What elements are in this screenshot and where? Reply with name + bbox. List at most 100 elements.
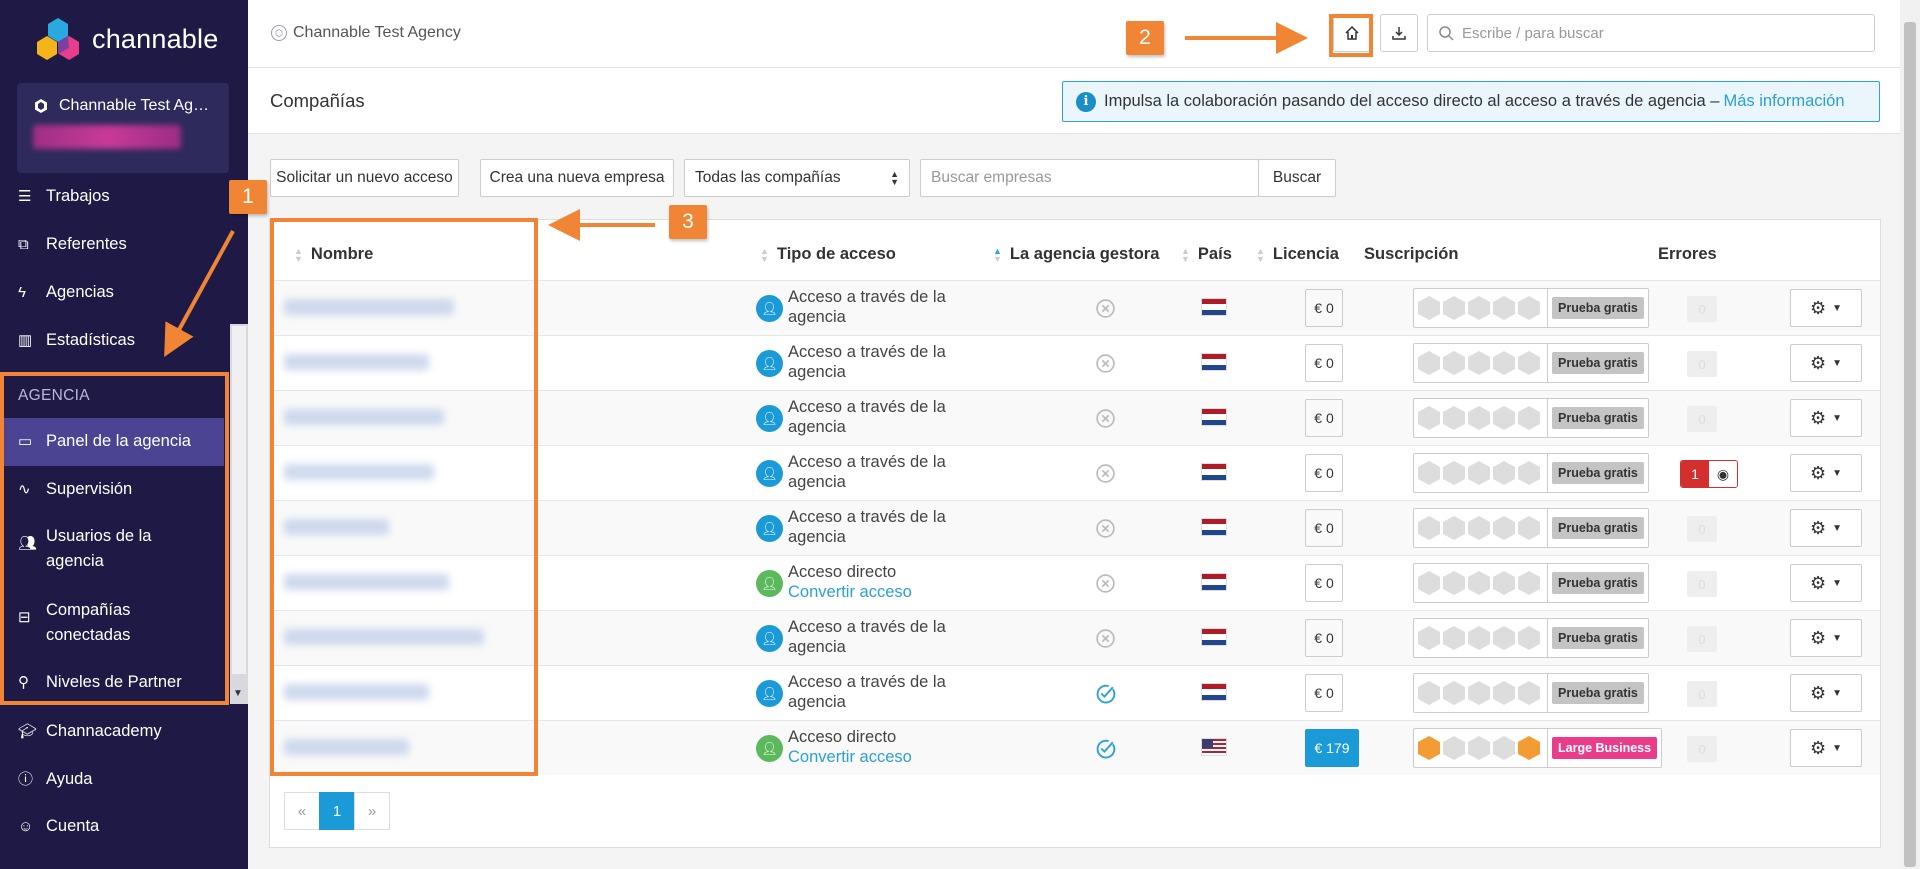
- sidebar-item-ayuda[interactable]: ⓘ Ayuda: [0, 767, 228, 792]
- breadcrumb[interactable]: ⬡ Channable Test Agency: [271, 24, 461, 42]
- feature-hex-icon: [1468, 351, 1490, 375]
- sidebar-item-label: Compañías conectadas: [46, 601, 131, 644]
- sidebar-item-companias[interactable]: ⊟ Compañías conectadas: [0, 598, 200, 648]
- feature-hex-icon: [1518, 406, 1540, 430]
- more-info-link[interactable]: Más información: [1723, 92, 1844, 111]
- sidebar-item-label: Agencias: [46, 283, 114, 301]
- channable-logo[interactable]: channable: [34, 16, 218, 62]
- table-row[interactable]: 👤︎ Acceso a través de la agencia € 0 Pru…: [270, 665, 1880, 720]
- feature-hex-icon: [1443, 736, 1465, 760]
- subscription-widget[interactable]: Prueba gratis: [1413, 343, 1649, 383]
- sidebar-item-niveles[interactable]: ⚲ Niveles de Partner: [0, 670, 228, 695]
- subscription-widget[interactable]: Prueba gratis: [1413, 563, 1649, 603]
- sidebar-item-label: Niveles de Partner: [46, 673, 182, 691]
- subscription-widget[interactable]: Large Business: [1413, 728, 1663, 768]
- next-page-button[interactable]: »: [354, 792, 390, 830]
- row-settings-button[interactable]: ⚙ ▼: [1790, 619, 1862, 657]
- sidebar-item-channacademy[interactable]: 🎓︎ Channacademy: [0, 719, 228, 744]
- access-type-label: Acceso a través de la: [788, 343, 946, 361]
- table-row[interactable]: 👤︎ Acceso directo Convertir acceso € 179…: [270, 720, 1880, 775]
- sidebar-item-estadisticas[interactable]: ▥ Estadísticas: [0, 328, 228, 353]
- request-access-button[interactable]: Solicitar un nuevo acceso: [270, 159, 459, 197]
- access-type-label: Acceso a través de la: [788, 288, 946, 306]
- redacted-company-name[interactable]: [284, 409, 444, 425]
- breadcrumb-label: Channable Test Agency: [293, 24, 461, 41]
- flag-nl-icon: [1201, 573, 1227, 591]
- sidebar-item-supervision[interactable]: ∿ Supervisión: [0, 477, 228, 502]
- column-header-name[interactable]: ▲ ▼ Nombre: [294, 245, 373, 264]
- scroll-down-arrow-icon[interactable]: ▼: [233, 688, 243, 699]
- help-circle-icon: ⓘ: [18, 771, 34, 788]
- award-icon: ⚲: [18, 674, 29, 691]
- redacted-company-name[interactable]: [284, 354, 429, 370]
- sidebar-item-usuarios[interactable]: 👥︎ Usuarios de la agencia: [0, 524, 200, 574]
- sidebar-scrollbar-thumb[interactable]: [232, 326, 246, 674]
- column-header-access[interactable]: ▲ ▼ Tipo de acceso: [760, 245, 896, 264]
- subscription-widget[interactable]: Prueba gratis: [1413, 673, 1649, 713]
- feature-hex-icon: [1493, 571, 1515, 595]
- company-search-input[interactable]: Buscar empresas: [920, 159, 1259, 197]
- sidebar-item-panel-agencia[interactable]: ▭ Panel de la agencia: [4, 418, 224, 466]
- table-row[interactable]: 👤︎ Acceso a través de la agencia € 0 Pru…: [270, 280, 1880, 335]
- home-button[interactable]: [1333, 14, 1371, 52]
- search-button[interactable]: Buscar: [1258, 159, 1336, 197]
- page-scrollbar-thumb[interactable]: [1904, 22, 1916, 867]
- row-settings-button[interactable]: ⚙ ▼: [1790, 289, 1862, 327]
- column-header-agency[interactable]: ▲ ▼ La agencia gestora: [993, 245, 1159, 264]
- column-header-license[interactable]: ▲ ▼ Licencia: [1256, 245, 1339, 264]
- row-settings-button[interactable]: ⚙ ▼: [1790, 344, 1862, 382]
- agency-access-icon: 👤︎: [756, 295, 783, 322]
- subscription-widget[interactable]: Prueba gratis: [1413, 618, 1649, 658]
- row-settings-button[interactable]: ⚙ ▼: [1790, 454, 1862, 492]
- subscription-widget[interactable]: Prueba gratis: [1413, 453, 1649, 493]
- row-settings-button[interactable]: ⚙ ▼: [1790, 729, 1862, 767]
- table-row[interactable]: 👤︎ Acceso a través de la agencia € 0 Pru…: [270, 500, 1880, 555]
- prev-page-button[interactable]: «: [284, 792, 320, 830]
- sidebar-item-trabajos[interactable]: ☰ Trabajos: [0, 184, 228, 209]
- redacted-company-name[interactable]: [284, 464, 434, 480]
- sidebar-item-agencias[interactable]: ϟ Agencias: [0, 280, 228, 305]
- table-row[interactable]: 👤︎ Acceso a través de la agencia € 0 Pru…: [270, 445, 1880, 500]
- subscription-widget[interactable]: Prueba gratis: [1413, 508, 1649, 548]
- company-filter-select[interactable]: Todas las compañías ▲ ▼: [684, 159, 910, 197]
- sidebar-item-cuenta[interactable]: ☺ Cuenta: [0, 814, 228, 839]
- search-placeholder: Escribe / para buscar: [1462, 24, 1604, 42]
- create-company-button[interactable]: Crea una nueva empresa: [480, 159, 674, 197]
- convert-access-link[interactable]: Convertir acceso: [788, 582, 988, 602]
- redacted-company-name[interactable]: [284, 629, 484, 645]
- column-header-country[interactable]: ▲ ▼ País: [1181, 245, 1232, 264]
- feature-hex-icon: [1443, 296, 1465, 320]
- redacted-company-name[interactable]: [284, 739, 409, 755]
- row-settings-button[interactable]: ⚙ ▼: [1790, 674, 1862, 712]
- global-search-input[interactable]: Escribe / para buscar: [1427, 14, 1875, 52]
- plan-badge: Prueba gratis: [1552, 352, 1644, 374]
- search-icon: [1439, 26, 1454, 41]
- redacted-company-name[interactable]: [284, 519, 389, 535]
- flag-nl-icon: [1201, 408, 1227, 426]
- table-row[interactable]: 👤︎ Acceso directo Convertir acceso € 0 P…: [270, 555, 1880, 610]
- redacted-company-name[interactable]: [284, 299, 454, 315]
- sidebar-item-label: Ayuda: [46, 770, 93, 788]
- errors-button[interactable]: 1 ◉: [1680, 460, 1738, 488]
- row-settings-button[interactable]: ⚙ ▼: [1790, 509, 1862, 547]
- redacted-company-name[interactable]: [284, 684, 429, 700]
- table-row[interactable]: 👤︎ Acceso a través de la agencia € 0 Pru…: [270, 610, 1880, 665]
- subscription-widget[interactable]: Prueba gratis: [1413, 288, 1649, 328]
- gear-icon: ⚙: [1809, 407, 1827, 428]
- page-1-button[interactable]: 1: [319, 792, 355, 830]
- page-scrollbar[interactable]: [1900, 0, 1920, 869]
- subscription-widget[interactable]: Prueba gratis: [1413, 398, 1649, 438]
- table-row[interactable]: 👤︎ Acceso a través de la agencia € 0 Pru…: [270, 390, 1880, 445]
- download-button[interactable]: [1380, 14, 1418, 52]
- flag-nl-icon: [1201, 353, 1227, 371]
- sidebar-item-referentes[interactable]: ⧉ Referentes: [0, 232, 228, 257]
- sidebar-item-label: Referentes: [46, 235, 127, 253]
- license-badge: € 179: [1305, 729, 1359, 767]
- convert-access-link[interactable]: Convertir acceso: [788, 747, 988, 767]
- redacted-company-name[interactable]: [284, 574, 449, 590]
- row-settings-button[interactable]: ⚙ ▼: [1790, 399, 1862, 437]
- table-row[interactable]: 👤︎ Acceso a través de la agencia € 0 Pru…: [270, 335, 1880, 390]
- row-settings-button[interactable]: ⚙ ▼: [1790, 564, 1862, 602]
- agency-switcher[interactable]: Channable Test Ag…: [17, 83, 229, 173]
- agency-access-icon: 👤︎: [756, 350, 783, 377]
